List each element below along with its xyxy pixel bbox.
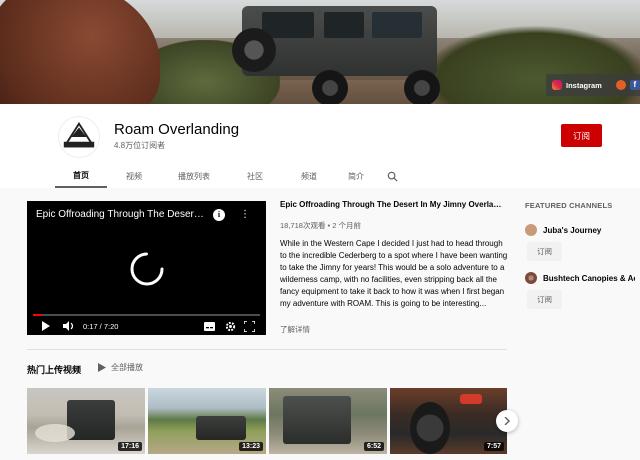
shelf-next-button[interactable] [496, 410, 518, 432]
instagram-label[interactable]: Instagram [566, 81, 602, 90]
featured-subscribe-button[interactable]: 订阅 [527, 242, 562, 261]
jeep-wheel [312, 70, 348, 104]
play-icon [98, 363, 106, 372]
jeep-window [372, 12, 422, 38]
player-time: 0:17 / 7:20 [83, 321, 119, 331]
thumbnail-vehicle [283, 396, 351, 444]
popular-uploads-heading[interactable]: 热门上传视频 [27, 363, 81, 376]
video-thumbnail[interactable]: 13:23 [148, 388, 266, 454]
section-divider [27, 349, 507, 350]
volume-button[interactable] [63, 319, 75, 333]
fullscreen-icon [244, 320, 255, 332]
featured-video-description: While in the Western Cape I decided I ju… [280, 239, 508, 308]
captions-button[interactable] [204, 319, 215, 333]
tab-about[interactable]: 简介 [335, 164, 377, 188]
thumbnail-vehicle [196, 416, 246, 440]
volume-icon [63, 321, 74, 331]
featured-channel[interactable]: Juba's Journey [525, 222, 635, 238]
player-progress-fill [33, 314, 43, 316]
thumbnail-plate [460, 394, 482, 404]
more-options-icon[interactable]: ⋮ [240, 208, 250, 222]
tab-community[interactable]: 社区 [227, 164, 283, 188]
read-more-link[interactable]: 了解详情 [280, 324, 310, 335]
video-duration: 17:16 [118, 442, 142, 451]
featured-video-meta: 18,718次观看 • 2 个月前 [280, 221, 361, 230]
fullscreen-button[interactable] [244, 319, 255, 333]
player-title[interactable]: Epic Offroading Through The Desert In My… [36, 209, 204, 220]
loading-spinner-icon [130, 252, 164, 286]
channel-avatar[interactable] [58, 116, 100, 158]
jeep-window [324, 12, 364, 38]
featured-channels-heading: FEATURED CHANNELS [525, 201, 613, 210]
captions-icon [204, 321, 215, 331]
search-icon [387, 171, 398, 182]
social-link-icon[interactable] [615, 80, 626, 90]
video-duration: 6:52 [363, 442, 384, 451]
featured-channel-name[interactable]: Bushtech Canopies & Accessories [543, 274, 635, 283]
channel-search-button[interactable] [377, 164, 407, 188]
channel-avatar[interactable] [525, 224, 537, 236]
play-button[interactable] [41, 319, 51, 333]
featured-channel[interactable]: Bushtech Canopies & Accessories [525, 270, 635, 286]
channel-header: Roam Overlanding 4.8万位订阅者 订阅 首页 视频 播放列表 … [0, 104, 640, 188]
chevron-right-icon [504, 417, 510, 425]
channel-avatar[interactable] [525, 272, 537, 284]
banner-jeep [232, 0, 442, 104]
tab-home[interactable]: 首页 [55, 164, 107, 188]
featured-channel-name[interactable]: Juba's Journey [543, 226, 601, 235]
play-all-label[interactable]: 全部播放 [111, 362, 143, 373]
featured-subscribe-button[interactable]: 订阅 [527, 290, 562, 309]
featured-video-title[interactable]: Epic Offroading Through The Desert In My… [280, 200, 505, 209]
channel-tabs: 首页 视频 播放列表 社区 频道 简介 [55, 164, 407, 188]
video-thumbnail[interactable]: 7:57 [390, 388, 507, 454]
tab-playlists[interactable]: 播放列表 [161, 164, 227, 188]
video-duration: 7:57 [483, 442, 504, 451]
roam-logo-icon [63, 121, 95, 148]
instagram-icon[interactable] [552, 80, 562, 90]
tab-channels[interactable]: 频道 [283, 164, 335, 188]
info-icon[interactable]: i [213, 209, 225, 221]
banner-social-links: Instagram f [546, 74, 640, 96]
subscriber-count: 4.8万位订阅者 [114, 141, 166, 150]
play-all-button[interactable]: 全部播放 [98, 362, 143, 373]
thumbnail-tyre [410, 402, 450, 454]
facebook-icon[interactable]: f [629, 80, 640, 90]
video-thumbnail[interactable]: 6:52 [269, 388, 387, 454]
channel-banner: Instagram f [0, 0, 640, 104]
video-duration: 13:23 [239, 442, 263, 451]
player-progress-bar[interactable] [33, 314, 260, 316]
jeep-wheel [404, 70, 440, 104]
jeep-spare-wheel [232, 28, 276, 72]
tab-videos[interactable]: 视频 [107, 164, 161, 188]
video-player[interactable]: Epic Offroading Through The Desert In My… [27, 201, 266, 335]
settings-button[interactable] [225, 319, 236, 333]
banner-rock [0, 0, 160, 104]
thumbnail-dust [35, 424, 75, 442]
subscribe-button[interactable]: 订阅 [561, 124, 602, 147]
play-icon [42, 321, 50, 331]
video-thumbnail[interactable]: 17:16 [27, 388, 145, 454]
channel-name: Roam Overlanding [114, 121, 240, 138]
gear-icon [225, 321, 236, 331]
